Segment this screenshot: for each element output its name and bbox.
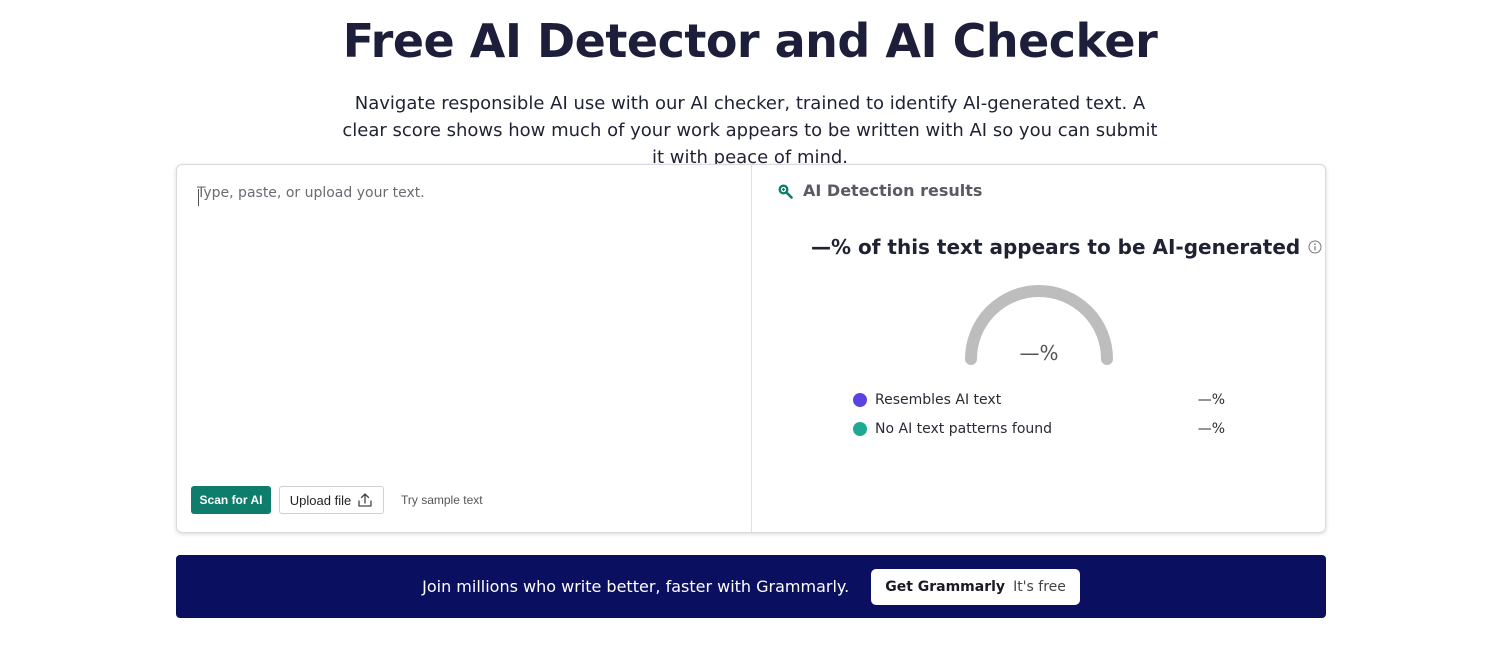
ai-score-headline-text: —% of this text appears to be AI-generat… — [811, 235, 1301, 259]
upload-file-label: Upload file — [289, 492, 352, 508]
pane-divider — [751, 165, 752, 532]
legend-item-ai: Resembles AI text —% — [853, 390, 1225, 410]
page-title: Free AI Detector and AI Checker — [342, 14, 1158, 68]
detector-card: Scan for AI Upload file Try sample text … — [176, 164, 1326, 533]
its-free-label: It's free — [1013, 578, 1066, 595]
legend-item-human: No AI text patterns found —% — [853, 419, 1225, 439]
get-grammarly-button[interactable]: Get Grammarly It's free — [871, 568, 1080, 605]
results-title: AI Detection results — [803, 181, 983, 200]
get-grammarly-label: Get Grammarly — [885, 578, 1006, 595]
upload-file-button[interactable]: Upload file — [279, 486, 384, 514]
info-icon[interactable] — [1308, 240, 1322, 254]
promo-banner: Join millions who write better, faster w… — [176, 555, 1326, 618]
try-sample-text-link[interactable]: Try sample text — [401, 493, 483, 507]
text-input[interactable] — [197, 185, 727, 465]
legend-dot-human — [853, 422, 867, 436]
promo-banner-text: Join millions who write better, faster w… — [422, 577, 850, 596]
scan-for-ai-button[interactable]: Scan for AI — [191, 486, 271, 514]
results-header: AI Detection results — [777, 181, 982, 200]
legend-value: —% — [1197, 392, 1225, 408]
gauge-value: —% — [1019, 341, 1059, 365]
legend-label: Resembles AI text — [875, 392, 1002, 408]
text-cursor — [198, 189, 199, 206]
ai-score-headline: —% of this text appears to be AI-generat… — [811, 235, 1322, 259]
legend-value: —% — [1197, 421, 1225, 437]
legend-dot-ai — [853, 393, 867, 407]
search-icon — [777, 183, 793, 199]
legend-label: No AI text patterns found — [875, 421, 1053, 437]
upload-icon — [357, 492, 373, 508]
page-subtitle: Navigate responsible AI use with our AI … — [342, 93, 1158, 168]
